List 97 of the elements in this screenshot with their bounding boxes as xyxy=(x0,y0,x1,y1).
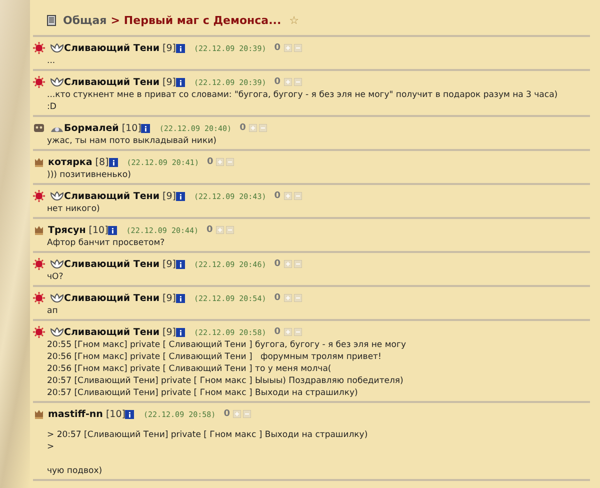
flower-icon xyxy=(33,292,45,304)
user-level: [9] xyxy=(162,292,176,304)
topic-title[interactable]: Первый маг с Демонса... xyxy=(124,14,282,27)
post-text: ап xyxy=(47,305,59,317)
wings-icon xyxy=(50,191,64,201)
user-level: [10] xyxy=(122,122,142,134)
post-rating: 0 xyxy=(240,123,246,133)
post-text: 20:55 [Гном макс] private [ Сливающий Тени ] бугога, бугогу - я без эля не могу xyxy=(47,339,407,351)
user-name[interactable]: mastiff-nn xyxy=(48,408,103,420)
user-level: [9] xyxy=(162,258,176,270)
info-icon xyxy=(176,44,185,52)
info-icon xyxy=(176,192,185,200)
user-name[interactable]: Сливающий Тени xyxy=(64,190,160,202)
user-level: [9] xyxy=(162,76,176,88)
user-name[interactable]: Бормалей xyxy=(64,122,119,134)
user-name[interactable]: Сливающий Тени xyxy=(64,76,160,88)
minus-icon[interactable] xyxy=(242,410,251,418)
post-rating: 0 xyxy=(274,77,280,87)
user-name[interactable]: Трясун xyxy=(48,224,86,236)
info-icon xyxy=(176,260,185,268)
user-level: [9] xyxy=(162,190,176,202)
quote-line: > 20:57 [Сливающий Тени] private [ Гном макс ] Выходи на страшилку) xyxy=(47,429,369,441)
info-icon xyxy=(141,124,150,132)
post-rating: 0 xyxy=(274,43,280,53)
section-link[interactable]: Общая xyxy=(63,14,107,27)
plus-icon[interactable] xyxy=(284,294,292,302)
post-text: 20:56 [Гном макс] private [ Сливающий Тени ] то у меня молча( xyxy=(47,363,332,375)
plus-icon[interactable] xyxy=(248,124,257,132)
user-name[interactable]: Сливающий Тени xyxy=(64,42,160,54)
document-icon xyxy=(47,15,56,26)
info-icon xyxy=(176,328,185,336)
info-icon xyxy=(108,158,118,166)
post-rating: 0 xyxy=(224,409,230,419)
info-icon xyxy=(176,78,185,86)
post-rating: 0 xyxy=(274,327,280,337)
post-text: нет никого) xyxy=(47,203,101,215)
minus-icon[interactable] xyxy=(226,158,234,166)
user-name[interactable]: Сливающий Тени xyxy=(64,258,160,270)
post-text: ... xyxy=(47,55,56,67)
user-level: [10] xyxy=(88,224,108,236)
crown-icon xyxy=(33,224,45,236)
plus-icon[interactable] xyxy=(284,328,292,336)
post-text: :D xyxy=(47,101,58,113)
wings-icon xyxy=(50,43,64,53)
plus-icon[interactable] xyxy=(216,226,224,234)
minus-icon[interactable] xyxy=(294,294,302,302)
crown-icon xyxy=(33,156,45,168)
post-text: ...кто стукнент мне в приват со словами: "бугога, бугогу - я без эля не могу" получит в подарок разум на 3 часа) xyxy=(47,89,559,101)
post-rating: 0 xyxy=(274,191,280,201)
post-text: 20:57 [Сливающий Тени] private [ Гном макс ] Выходи на страшилку) xyxy=(47,387,359,399)
wings-icon xyxy=(50,77,64,87)
emblem-icon xyxy=(33,122,45,134)
crown-icon xyxy=(33,408,45,420)
minus-icon[interactable] xyxy=(294,44,302,52)
user-level: [9] xyxy=(162,326,176,338)
minus-icon[interactable] xyxy=(294,78,302,86)
info-icon xyxy=(176,294,185,302)
minus-icon[interactable] xyxy=(226,226,234,234)
plus-icon[interactable] xyxy=(284,78,292,86)
minus-icon[interactable] xyxy=(294,192,302,200)
user-name[interactable]: Сливающий Тени xyxy=(64,326,160,338)
user-name[interactable]: котярка xyxy=(48,156,92,168)
post-text: ужас, ты нам пото выкладывай ники) xyxy=(47,135,218,147)
post-text: чую подвох) xyxy=(47,465,104,477)
wings-icon xyxy=(50,327,64,337)
post-text: Афтор банчит просветом? xyxy=(47,237,166,249)
plus-icon[interactable] xyxy=(232,410,241,418)
flower-icon xyxy=(33,258,45,270)
user-level: [10] xyxy=(106,408,126,420)
info-icon xyxy=(125,410,134,418)
minus-icon[interactable] xyxy=(258,124,267,132)
post-rating: 0 xyxy=(274,259,280,269)
plus-icon[interactable] xyxy=(284,260,292,268)
post-rating: 0 xyxy=(206,225,213,235)
post-text: чО? xyxy=(47,271,64,283)
wings-icon xyxy=(50,293,64,303)
post-text: 20:56 [Гном макс] private [ Сливающий Тени ] форумным тролям привет! xyxy=(47,351,382,363)
flower-icon xyxy=(33,76,45,88)
plus-icon[interactable] xyxy=(284,44,292,52)
flower-icon xyxy=(33,42,45,54)
breadcrumb-separator: > xyxy=(110,14,120,27)
user-level: [9] xyxy=(162,42,176,54)
plus-icon[interactable] xyxy=(216,158,224,166)
wings-icon xyxy=(50,259,64,269)
post-rating: 0 xyxy=(274,293,280,303)
post-text: 20:57 [Сливающий Тени] private [ Гном макс ] Ыыыы) Поздравляю победителя) xyxy=(47,375,404,387)
user-name[interactable]: Сливающий Тени xyxy=(64,292,160,304)
info-icon xyxy=(108,226,118,234)
user-level: [8] xyxy=(95,156,109,168)
post-rating: 0 xyxy=(206,157,214,167)
minus-icon[interactable] xyxy=(294,328,302,336)
flower-icon xyxy=(33,326,45,338)
minus-icon[interactable] xyxy=(294,260,302,268)
post-text: ))) позитивненько) xyxy=(47,169,132,181)
quote-line: > xyxy=(47,441,56,453)
flower-icon xyxy=(33,190,45,202)
plus-icon[interactable] xyxy=(284,192,292,200)
